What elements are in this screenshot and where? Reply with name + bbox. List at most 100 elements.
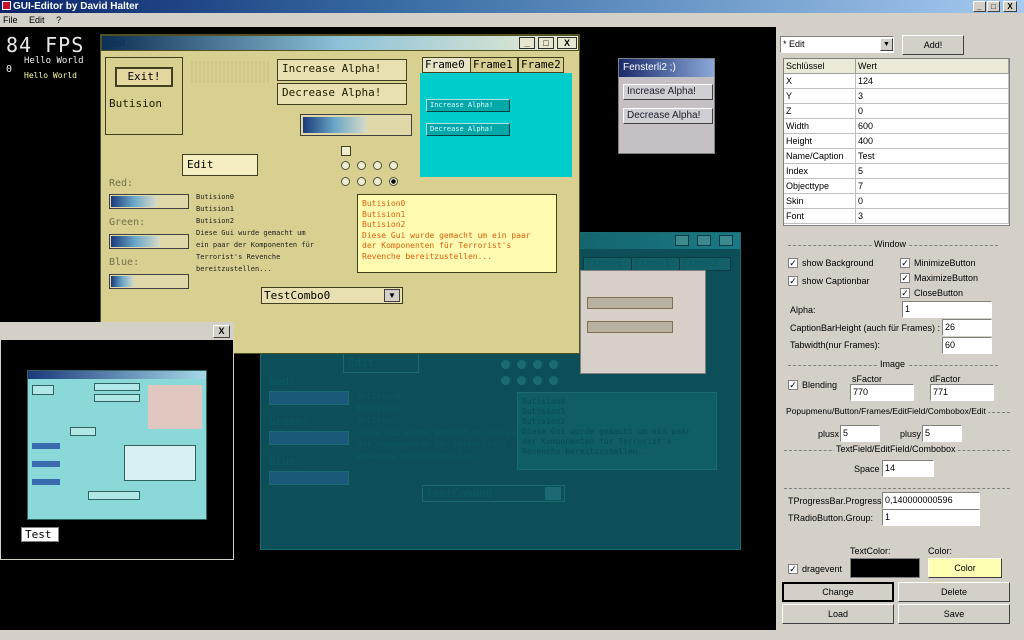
frame-decrease-button[interactable]: Decrease Alpha! <box>426 123 510 136</box>
radio-3[interactable] <box>373 161 382 170</box>
preview-titlebar[interactable] <box>1 323 233 340</box>
textcolor-swatch[interactable] <box>850 558 920 578</box>
teal-tab-frame0[interactable]: Frame0 <box>583 257 637 271</box>
teal-tab-frame2[interactable]: Frame2 <box>679 257 731 271</box>
table-row-value[interactable]: 5 <box>856 164 1009 179</box>
add-button[interactable]: Add! <box>902 35 964 55</box>
teal-green-bar[interactable] <box>269 431 349 445</box>
test-maximize-icon[interactable]: □ <box>538 37 554 49</box>
table-row-key[interactable]: Index <box>784 164 856 179</box>
table-header-key[interactable]: Schlüssel <box>784 59 856 74</box>
table-row-value[interactable]: 0 <box>856 104 1009 119</box>
teal-combo[interactable]: TestCombo0 <box>422 485 565 502</box>
menu-help[interactable]: ? <box>56 15 61 25</box>
blending-checkbox[interactable]: ✓ <box>788 380 798 390</box>
close-button[interactable]: X <box>1003 1 1017 12</box>
space-input[interactable]: 14 <box>882 460 934 477</box>
table-row-key[interactable]: Z <box>784 104 856 119</box>
plusx-input[interactable]: 5 <box>840 425 880 442</box>
table-row-key[interactable]: Objecttype <box>784 179 856 194</box>
sfactor-input[interactable]: 770 <box>850 384 914 401</box>
dfactor-input[interactable]: 771 <box>930 384 994 401</box>
table-row-key[interactable]: Width <box>784 119 856 134</box>
fensterli-increase-button[interactable]: Increase Alpha! <box>623 84 713 100</box>
show-captionbar-checkbox[interactable]: ✓ <box>788 276 798 286</box>
radio-7[interactable] <box>373 177 382 186</box>
minimize-button-checkbox[interactable]: ✓ <box>900 258 910 268</box>
menu-edit[interactable]: Edit <box>29 15 45 25</box>
table-header-value[interactable]: Wert <box>856 59 1009 74</box>
tabwidth-input[interactable]: 60 <box>942 337 992 354</box>
menu-file[interactable]: File <box>3 15 18 25</box>
maximize-button-checkbox[interactable]: ✓ <box>900 273 910 283</box>
radio-2[interactable] <box>357 161 366 170</box>
exit-button[interactable]: Exit! <box>115 67 173 87</box>
progress-input[interactable]: 0,140000000596 <box>882 492 980 509</box>
teal-tab-frame1[interactable]: Frame1 <box>631 257 681 271</box>
teal-close-icon[interactable] <box>719 235 733 246</box>
radio-6[interactable] <box>357 177 366 186</box>
captionbar-height-input[interactable]: 26 <box>942 319 992 336</box>
preview-close-icon[interactable]: X <box>213 325 230 338</box>
checkbox[interactable] <box>341 146 351 156</box>
teal-red-bar[interactable] <box>269 391 349 405</box>
table-row-value[interactable]: 7 <box>856 179 1009 194</box>
table-row-value[interactable]: Test <box>856 149 1009 164</box>
fensterli-decrease-button[interactable]: Decrease Alpha! <box>623 108 713 124</box>
fensterli-title[interactable]: Fensterli2 ;) <box>619 59 714 77</box>
combo-arrow-icon[interactable]: ▼ <box>384 289 400 302</box>
test-combo[interactable]: TestCombo0 <box>261 287 403 304</box>
table-row-key[interactable]: Font <box>784 209 856 224</box>
fensterli-window[interactable]: Fensterli2 ;) Increase Alpha! Decrease A… <box>618 58 715 154</box>
table-row-value[interactable]: 0 <box>856 194 1009 209</box>
teal-textbox[interactable]: Butision0 Butision1 Butision2 Diese Gui wur… <box>517 392 717 470</box>
increase-alpha-button[interactable]: Increase Alpha! <box>277 59 407 81</box>
table-row-value[interactable]: 124 <box>856 74 1009 89</box>
object-select[interactable]: * Edit <box>780 36 894 53</box>
radio-8-selected[interactable] <box>389 177 398 186</box>
teal-combo-arrow-icon[interactable] <box>545 487 561 500</box>
plusy-input[interactable]: 5 <box>922 425 962 442</box>
red-slider[interactable] <box>109 194 189 209</box>
tab-frame1[interactable]: Frame1 <box>470 57 518 73</box>
table-row-key[interactable]: Height <box>784 134 856 149</box>
load-button[interactable]: Load <box>782 604 894 624</box>
test-minimize-icon[interactable]: _ <box>519 37 535 49</box>
property-table[interactable]: Schlüssel Wert X 124 Y 3 Z 0 Width 600 Height 400… <box>783 58 1010 226</box>
table-row-key[interactable]: Name/Caption <box>784 149 856 164</box>
blue-slider[interactable] <box>109 274 189 289</box>
radio-group-input[interactable]: 1 <box>882 509 980 526</box>
tab-frame2[interactable]: Frame2 <box>518 57 564 73</box>
decrease-alpha-button[interactable]: Decrease Alpha! <box>277 83 407 105</box>
table-row-value[interactable]: 3 <box>856 209 1009 224</box>
color-button[interactable]: Color <box>928 558 1002 578</box>
table-row-value[interactable]: 600 <box>856 119 1009 134</box>
save-button[interactable]: Save <box>898 604 1010 624</box>
frame-panel-button-1[interactable] <box>587 297 673 309</box>
preview-window[interactable]: X Test <box>0 322 234 560</box>
frame-increase-button[interactable]: Increase Alpha! <box>426 99 510 112</box>
tab-frame0[interactable]: Frame0 <box>422 57 472 73</box>
show-background-checkbox[interactable]: ✓ <box>788 258 798 268</box>
select-arrow-icon[interactable]: ▼ <box>880 38 893 51</box>
preview-test-label[interactable]: Test <box>21 527 59 542</box>
radio-4[interactable] <box>389 161 398 170</box>
maximize-button[interactable]: □ <box>987 1 1000 12</box>
dragevent-checkbox[interactable]: ✓ <box>788 564 798 574</box>
test-window-titlebar[interactable]: Test <box>101 35 579 51</box>
table-row-key[interactable]: Skin <box>784 194 856 209</box>
table-row-value[interactable]: 400 <box>856 134 1009 149</box>
table-row-key[interactable]: X <box>784 74 856 89</box>
yellow-textbox[interactable]: Butision0 Butision1 Butision2 Diese Gui wur… <box>357 194 557 273</box>
radio-5[interactable] <box>341 177 350 186</box>
teal-maximize-icon[interactable] <box>697 235 711 246</box>
test-window[interactable]: Test _ □ X Exit! Butision Increase Alpha… <box>100 34 580 354</box>
teal-minimize-icon[interactable] <box>675 235 689 246</box>
table-row-value[interactable]: 3 <box>856 89 1009 104</box>
frame-panel-button-2[interactable] <box>587 321 673 333</box>
teal-blue-bar[interactable] <box>269 471 349 485</box>
edit-field[interactable]: Edit <box>182 154 258 176</box>
table-row-key[interactable]: Y <box>784 89 856 104</box>
delete-button[interactable]: Delete <box>898 582 1010 602</box>
radio-1[interactable] <box>341 161 350 170</box>
